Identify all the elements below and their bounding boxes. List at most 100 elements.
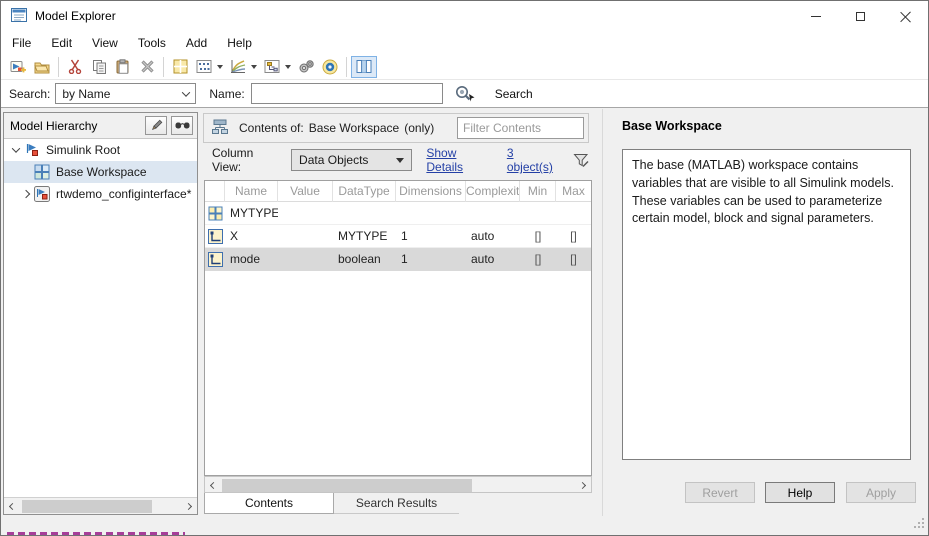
search-button[interactable]: Search bbox=[487, 84, 541, 104]
filter-contents-input[interactable] bbox=[457, 117, 584, 139]
table-header-row: Name Value DataType Dimensions Complexit… bbox=[205, 181, 591, 202]
scroll-left-arrow[interactable] bbox=[4, 498, 21, 514]
contents-tabs: Contents Search Results bbox=[204, 493, 459, 514]
new-model-button[interactable] bbox=[6, 56, 30, 78]
show-hide-contents-button[interactable] bbox=[171, 116, 193, 135]
column-header-dimensions[interactable]: Dimensions bbox=[396, 181, 466, 202]
column-header-datatype[interactable]: DataType bbox=[333, 181, 396, 202]
signal-chart-button[interactable] bbox=[226, 56, 250, 78]
search-bar: Search: by Name Name: Search bbox=[1, 79, 928, 108]
maximize-icon bbox=[856, 11, 865, 21]
search-mode-value: by Name bbox=[62, 86, 111, 101]
delete-button[interactable] bbox=[135, 56, 159, 78]
revert-button[interactable]: Revert bbox=[685, 482, 755, 503]
apply-button[interactable]: Apply bbox=[846, 482, 916, 503]
tree-item-base-workspace[interactable]: Base Workspace bbox=[4, 161, 197, 183]
object-count-link[interactable]: 3 object(s) bbox=[507, 146, 560, 174]
contents-header-bar: Contents of: Base Workspace (only) bbox=[203, 113, 589, 143]
menu-view[interactable]: View bbox=[82, 33, 128, 53]
menu-add[interactable]: Add bbox=[176, 33, 217, 53]
cell-max: [] bbox=[570, 229, 577, 243]
column-view-button[interactable] bbox=[351, 55, 377, 78]
contents-table: Name Value DataType Dimensions Complexit… bbox=[204, 180, 592, 476]
edit-hierarchy-button[interactable] bbox=[145, 116, 167, 135]
data-objects-button[interactable] bbox=[192, 56, 216, 78]
show-details-link[interactable]: Show Details bbox=[426, 146, 492, 174]
model-hierarchy-header: Model Hierarchy bbox=[4, 113, 197, 139]
tab-contents[interactable]: Contents bbox=[204, 493, 334, 514]
tree-item-simulink-root[interactable]: Simulink Root bbox=[4, 139, 197, 161]
table-row-mode[interactable]: mode boolean 1 auto [] [] bbox=[205, 248, 591, 271]
column-header-value[interactable]: Value bbox=[278, 181, 333, 202]
hierarchy-horizontal-scrollbar[interactable] bbox=[4, 497, 197, 514]
cell-max: [] bbox=[570, 252, 577, 266]
copy-button[interactable] bbox=[87, 56, 111, 78]
model-explorer-icon bbox=[11, 7, 27, 25]
menu-tools[interactable]: Tools bbox=[128, 33, 176, 53]
grid-window-icon bbox=[173, 59, 187, 74]
hierarchy-view-dropdown-arrow[interactable] bbox=[285, 64, 291, 69]
signal-chart-dropdown-arrow[interactable] bbox=[251, 64, 257, 69]
search-options-button[interactable] bbox=[452, 83, 478, 105]
data-objects-dropdown-arrow[interactable] bbox=[217, 64, 223, 69]
expand-chevron-icon[interactable] bbox=[18, 189, 34, 199]
tree-item-rtwdemo-configinterface[interactable]: rtwdemo_configinterface* bbox=[4, 183, 197, 205]
configuration-gear-button[interactable] bbox=[318, 56, 342, 78]
close-icon bbox=[900, 11, 911, 22]
cell-dimensions: 1 bbox=[401, 229, 408, 243]
toolbar-separator bbox=[58, 56, 59, 77]
column-header-min[interactable]: Min bbox=[520, 181, 556, 202]
copy-icon bbox=[92, 60, 106, 74]
menu-edit[interactable]: Edit bbox=[41, 33, 82, 53]
dialog-panel: Base Workspace The base (MATLAB) workspa… bbox=[602, 109, 928, 516]
filter-options-button[interactable] bbox=[573, 153, 589, 168]
gears-icon bbox=[299, 60, 314, 73]
scrollbar-thumb[interactable] bbox=[22, 500, 152, 513]
resize-grip[interactable] bbox=[913, 517, 925, 532]
search-mode-dropdown[interactable]: by Name bbox=[55, 83, 197, 104]
help-button[interactable]: Help bbox=[765, 482, 835, 503]
scroll-right-arrow[interactable] bbox=[574, 477, 591, 493]
glasses-icon bbox=[175, 122, 189, 129]
paste-clipboard-icon bbox=[116, 59, 129, 74]
tab-search-results[interactable]: Search Results bbox=[334, 493, 459, 514]
menu-help[interactable]: Help bbox=[217, 33, 262, 53]
cell-complexity: auto bbox=[471, 229, 495, 243]
settings-gears-button[interactable] bbox=[294, 56, 318, 78]
signal-icon bbox=[205, 228, 225, 244]
column-view-dropdown[interactable]: Data Objects bbox=[291, 149, 413, 171]
minimize-button[interactable] bbox=[793, 1, 838, 31]
cut-scissors-icon bbox=[68, 59, 82, 74]
scroll-left-arrow[interactable] bbox=[205, 477, 222, 493]
name-input[interactable] bbox=[250, 83, 443, 104]
contents-target: Base Workspace bbox=[308, 121, 400, 135]
toolbar-separator bbox=[163, 56, 164, 77]
open-button[interactable] bbox=[30, 56, 54, 78]
column-view-icon bbox=[356, 60, 372, 73]
cell-name: MYTYPE bbox=[230, 206, 278, 220]
table-row-mytype[interactable]: MYTYPE bbox=[205, 202, 591, 225]
column-header-max[interactable]: Max bbox=[556, 181, 591, 202]
simulink-root-icon bbox=[24, 142, 40, 158]
collapse-chevron-icon[interactable] bbox=[8, 144, 24, 153]
cut-button[interactable] bbox=[63, 56, 87, 78]
cell-datatype: MYTYPE bbox=[338, 229, 388, 243]
close-button[interactable] bbox=[883, 1, 928, 31]
table-row-x[interactable]: X MYTYPE 1 auto [] [] bbox=[205, 225, 591, 248]
hierarchy-view-button[interactable] bbox=[260, 56, 284, 78]
scrollbar-thumb[interactable] bbox=[222, 479, 472, 492]
contents-panel: Contents of: Base Workspace (only) Colum… bbox=[200, 109, 602, 515]
column-header-name[interactable]: Name bbox=[225, 181, 278, 202]
column-view-row: Column View: Data Objects Show Details 3… bbox=[203, 145, 589, 175]
model-hierarchy-panel: Model Hierarchy Simulink Root Base Works bbox=[3, 112, 198, 515]
scroll-right-arrow[interactable] bbox=[180, 498, 197, 514]
menu-file[interactable]: File bbox=[2, 33, 41, 53]
maximize-button[interactable] bbox=[838, 1, 883, 31]
contents-horizontal-scrollbar[interactable] bbox=[204, 476, 592, 493]
search-gear-icon bbox=[455, 86, 475, 102]
column-header-complexity[interactable]: Complexity bbox=[466, 181, 520, 202]
blue-gear-icon bbox=[322, 59, 338, 74]
grid-window-button[interactable] bbox=[168, 56, 192, 78]
paste-button[interactable] bbox=[111, 56, 135, 78]
cell-datatype: boolean bbox=[338, 252, 381, 266]
